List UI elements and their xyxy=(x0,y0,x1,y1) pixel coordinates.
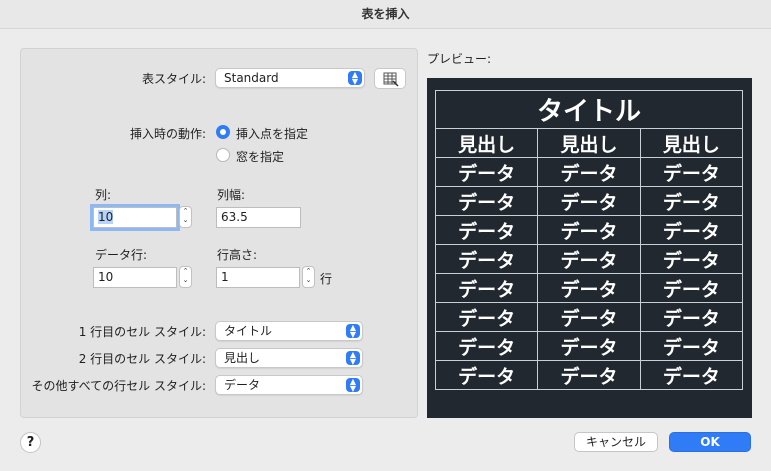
table-style-label: 表スタイル: xyxy=(141,72,206,86)
row1-cell-style-label: 1 行目のセル スタイル: xyxy=(78,325,206,339)
row1-cell-style-select[interactable]: タイトル ▲ ▼ xyxy=(215,321,363,341)
row1-cell-style-value: タイトル xyxy=(224,324,273,338)
preview-data-cell: データ xyxy=(434,244,539,274)
data-rows-label: データ行: xyxy=(95,248,148,262)
ok-button[interactable]: OK xyxy=(669,432,751,452)
preview-data-cell: データ xyxy=(434,273,539,303)
column-width-label: 列幅: xyxy=(217,188,246,202)
table-style-dialog-button[interactable] xyxy=(374,68,406,89)
row-height-unit: 行 xyxy=(320,272,333,286)
preview-label: プレビュー: xyxy=(427,52,492,66)
data-rows-value: 10 xyxy=(98,270,114,284)
preview-data-cell: データ xyxy=(639,157,744,187)
columns-input[interactable]: 10 xyxy=(90,204,180,231)
preview-data-cell: データ xyxy=(537,302,641,332)
columns-stepper[interactable]: ⌃ ⌄ xyxy=(179,206,192,228)
preview-data-cell: データ xyxy=(639,186,744,216)
column-width-value: 63.5 xyxy=(221,210,248,224)
chevron-updown-icon: ▲ ▼ xyxy=(346,324,360,339)
preview-data-cell: データ xyxy=(537,273,641,303)
preview-data-cell: データ xyxy=(434,360,539,390)
row-height-stepper[interactable]: ⌃ ⌄ xyxy=(302,266,315,288)
radio-window-label: 窓を指定 xyxy=(236,150,285,164)
row-height-value: 1 xyxy=(221,270,229,284)
radio-insertion-point[interactable] xyxy=(216,125,230,139)
row2-cell-style-select[interactable]: 見出し ▲ ▼ xyxy=(215,348,363,368)
row2-cell-style-label: 2 行目のセル スタイル: xyxy=(78,352,206,366)
window-title: 表を挿入 xyxy=(0,0,771,29)
chevron-updown-icon: ▲ ▼ xyxy=(348,71,362,86)
table-style-value: Standard xyxy=(224,71,279,85)
preview-data-cell: データ xyxy=(537,331,641,361)
preview-data-cell: データ xyxy=(639,244,744,274)
preview-data-cell: データ xyxy=(537,215,641,245)
preview-data-cell: データ xyxy=(537,360,641,390)
other-rows-cell-style-value: データ xyxy=(224,378,261,392)
table-preview: タイトル 見出し 見出し 見出し データ データ データ データ データ データ データ… xyxy=(427,78,752,418)
cancel-button[interactable]: キャンセル xyxy=(574,432,658,452)
insert-behavior-label: 挿入時の動作: xyxy=(129,127,206,141)
column-width-input[interactable]: 63.5 xyxy=(216,207,301,228)
preview-data-cell: データ xyxy=(434,186,539,216)
preview-title-cell: タイトル xyxy=(435,90,743,129)
preview-data-cell: データ xyxy=(537,244,641,274)
preview-table: タイトル 見出し 見出し 見出し データ データ データ データ データ データ データ… xyxy=(434,90,744,390)
preview-data-cell: データ xyxy=(434,157,539,187)
preview-data-cell: データ xyxy=(434,215,539,245)
data-rows-input[interactable]: 10 xyxy=(93,267,177,288)
preview-data-cell: データ xyxy=(537,186,641,216)
preview-data-cell: データ xyxy=(639,273,744,303)
preview-data-cell: データ xyxy=(434,331,539,361)
other-rows-cell-style-label: その他すべての行セル スタイル: xyxy=(31,379,206,393)
table-style-select[interactable]: Standard ▲ ▼ xyxy=(215,68,365,88)
preview-header-cell: 見出し xyxy=(434,128,539,158)
row2-cell-style-value: 見出し xyxy=(224,351,261,365)
preview-data-cell: データ xyxy=(537,157,641,187)
preview-data-cell: データ xyxy=(434,302,539,332)
columns-label: 列: xyxy=(95,188,112,202)
data-rows-stepper[interactable]: ⌃ ⌄ xyxy=(179,266,192,288)
help-button[interactable]: ? xyxy=(20,432,41,453)
chevron-updown-icon: ▲ ▼ xyxy=(346,378,360,393)
radio-window[interactable] xyxy=(216,148,230,162)
preview-data-cell: データ xyxy=(639,360,744,390)
row-height-label: 行高さ: xyxy=(217,248,258,262)
other-rows-cell-style-select[interactable]: データ ▲ ▼ xyxy=(215,375,363,395)
chevron-updown-icon: ▲ ▼ xyxy=(346,351,360,366)
preview-data-cell: データ xyxy=(639,215,744,245)
preview-data-cell: データ xyxy=(639,302,744,332)
preview-data-cell: データ xyxy=(639,331,744,361)
columns-value: 10 xyxy=(98,210,114,224)
preview-header-cell: 見出し xyxy=(537,128,641,158)
table-style-icon xyxy=(383,72,399,87)
preview-header-cell: 見出し xyxy=(639,128,744,158)
row-height-input[interactable]: 1 xyxy=(216,267,300,288)
radio-insertion-point-label: 挿入点を指定 xyxy=(236,127,309,141)
